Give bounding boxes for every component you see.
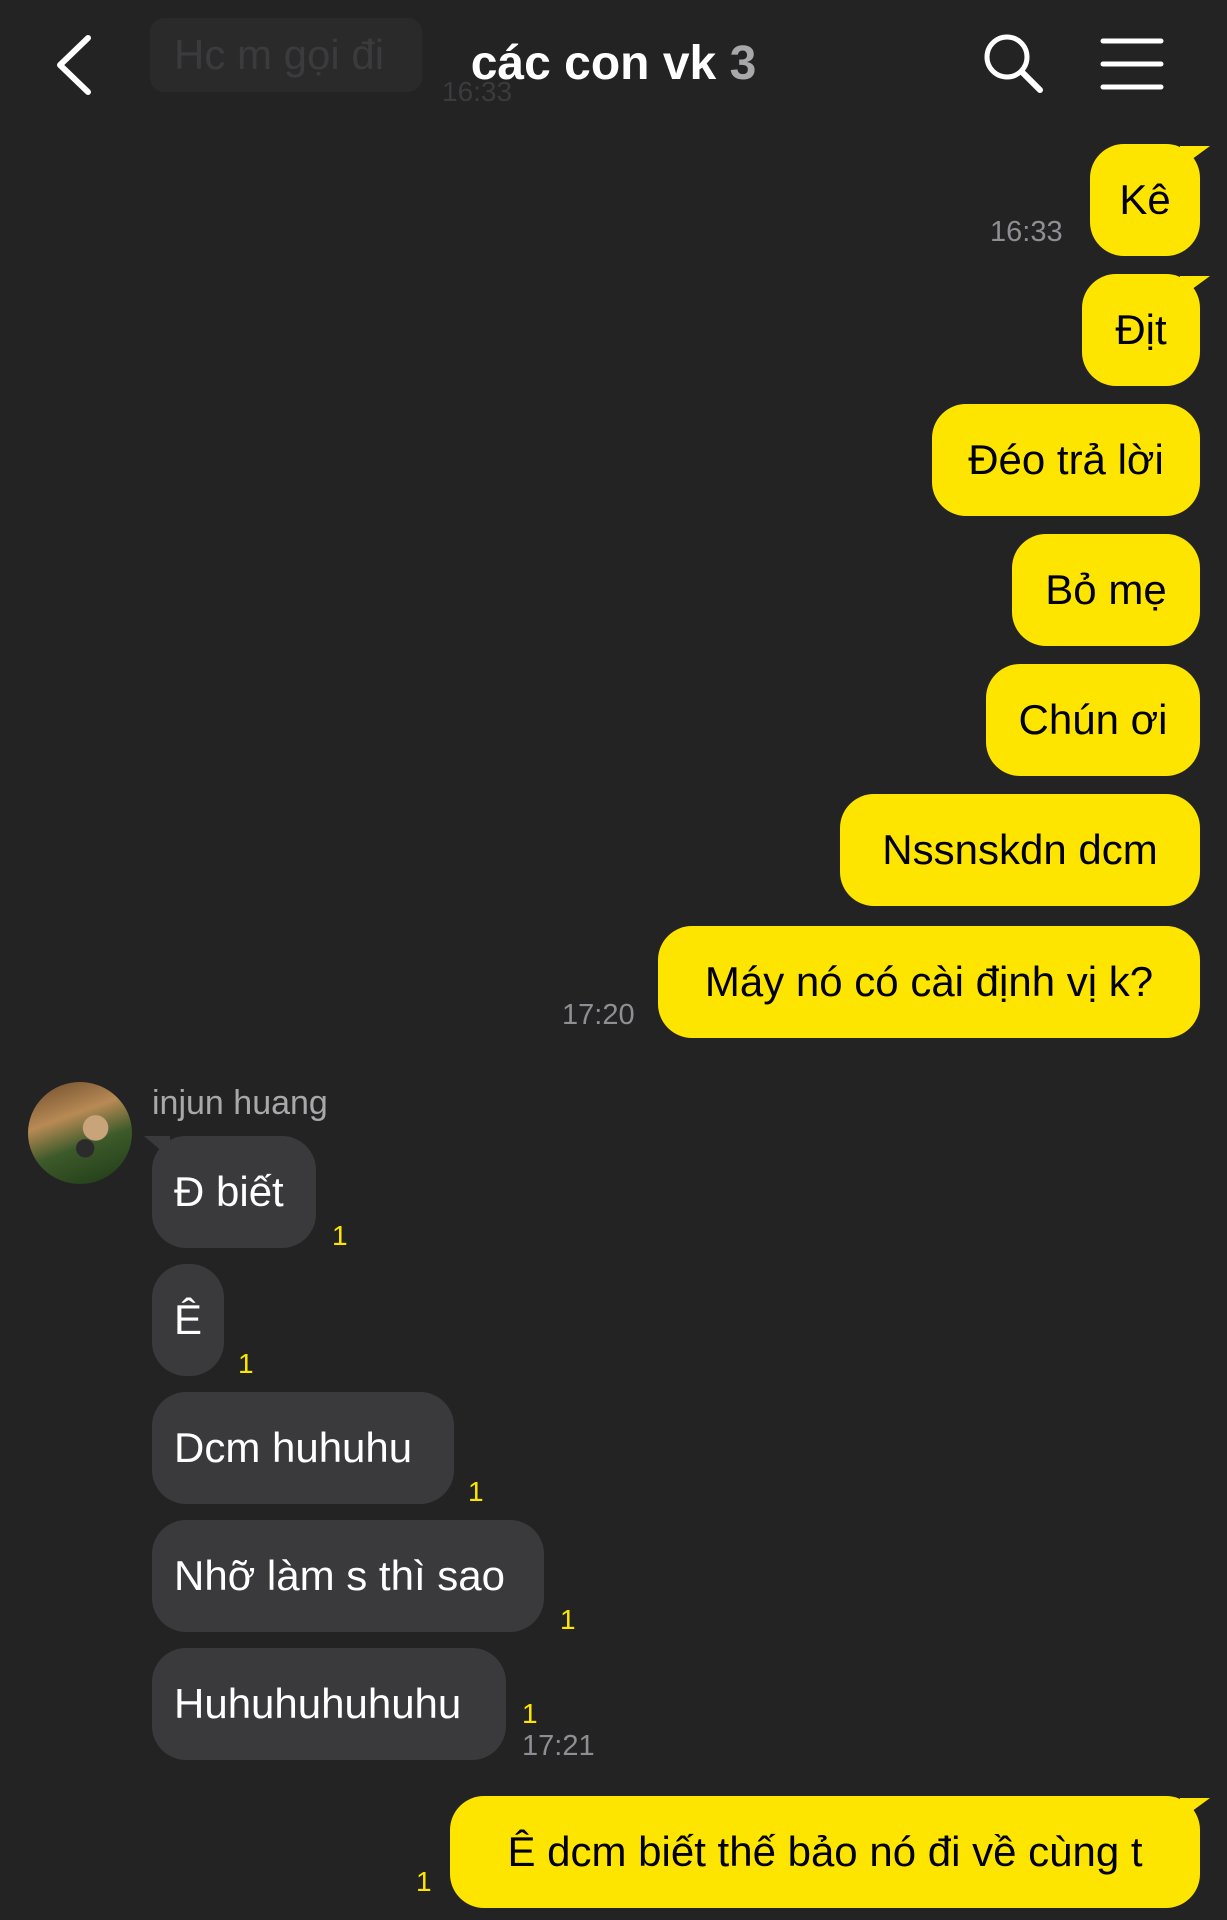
- incoming-message[interactable]: Dcm huhuhu: [152, 1392, 454, 1504]
- outgoing-message[interactable]: Ê dcm biết thế bảo nó đi về cùng t: [450, 1796, 1200, 1908]
- unread-count: 1: [522, 1698, 538, 1729]
- incoming-message[interactable]: Huhuhuhuhuhu: [152, 1648, 506, 1760]
- outgoing-message[interactable]: Máy nó có cài định vị k?: [658, 926, 1200, 1038]
- hamburger-menu-icon: [1100, 38, 1164, 90]
- outgoing-message[interactable]: Đéo trả lời: [932, 404, 1200, 516]
- chat-header: Hc m gọi đi 16:33 các con vk 3: [0, 0, 1227, 130]
- member-count: 3: [729, 37, 757, 90]
- chat-title-name: các con vk: [470, 37, 717, 90]
- outgoing-message[interactable]: Chún ơi: [986, 664, 1200, 776]
- incoming-message[interactable]: Ê: [152, 1264, 224, 1376]
- bubble-tail: [144, 1136, 170, 1158]
- sender-name: injun huang: [152, 1084, 328, 1122]
- unread-count: 1: [238, 1348, 254, 1379]
- chat-screen: Hc m gọi đi 16:33 các con vk 3 16:33 Kê …: [0, 0, 1227, 1920]
- message-time: 16:33: [990, 216, 1063, 248]
- incoming-message[interactable]: Nhỡ làm s thì sao: [152, 1520, 544, 1632]
- sender-avatar[interactable]: [28, 1082, 132, 1184]
- outgoing-message[interactable]: Bỏ mẹ: [1012, 534, 1200, 646]
- search-button[interactable]: [982, 32, 1044, 96]
- unread-count: 1: [468, 1476, 484, 1507]
- unread-count: 1: [332, 1220, 348, 1251]
- message-time: 17:21: [522, 1730, 595, 1762]
- bubble-tail: [1180, 1798, 1210, 1820]
- search-icon: [984, 34, 1043, 93]
- outgoing-message[interactable]: Nssnskdn dcm: [840, 794, 1200, 906]
- bubble-tail: [1180, 146, 1210, 168]
- incoming-message[interactable]: Đ biết: [152, 1136, 316, 1248]
- unread-count: 1: [560, 1604, 576, 1635]
- menu-button[interactable]: [1100, 36, 1164, 92]
- message-time: 17:20: [562, 999, 635, 1031]
- unread-count: 1: [416, 1866, 432, 1897]
- bubble-tail: [1180, 276, 1210, 298]
